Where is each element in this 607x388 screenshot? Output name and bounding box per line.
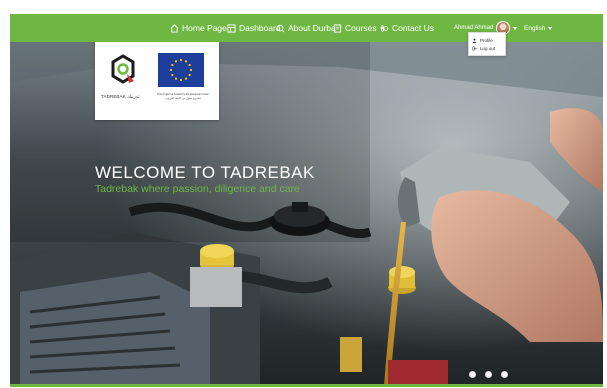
language-selector[interactable]: English bbox=[524, 14, 553, 42]
eu-star bbox=[188, 63, 191, 67]
dashboard-icon bbox=[227, 23, 236, 33]
slider-dot[interactable] bbox=[501, 371, 508, 378]
search-icon bbox=[276, 24, 285, 32]
nav-contact-label: Contact Us bbox=[392, 23, 435, 33]
menu-item-logout[interactable]: Log out bbox=[472, 44, 502, 52]
hero-title: WELCOME TO TADREBAK bbox=[95, 163, 315, 182]
user-dropdown-menu: Profile Log out bbox=[468, 32, 506, 56]
nav-courses-label: Courses bbox=[345, 23, 377, 33]
nav-about-link[interactable]: About Durba bbox=[276, 14, 336, 42]
slider-dots bbox=[469, 371, 508, 378]
eu-star bbox=[169, 68, 173, 72]
slider-dot[interactable] bbox=[469, 371, 476, 378]
eu-star bbox=[184, 60, 188, 63]
eu-star bbox=[174, 60, 178, 63]
user-name: Ahmad Ahmad bbox=[454, 25, 494, 31]
menu-item-logout-label: Log out bbox=[480, 45, 496, 51]
eu-star bbox=[171, 63, 174, 67]
chevron-down-icon bbox=[513, 26, 518, 30]
tadrebak-wordmark: TADREBAK تدريبك bbox=[101, 94, 140, 99]
eu-star bbox=[179, 78, 183, 82]
tadrebak-logo-mark bbox=[111, 54, 135, 84]
top-navbar: Home Page Dashboard About Durba Courses … bbox=[10, 14, 603, 42]
contact-icon bbox=[380, 24, 389, 32]
courses-icon bbox=[333, 23, 342, 33]
partner-logos-card: TADREBAK تدريبك This project is funded b… bbox=[95, 42, 219, 120]
eu-caption-ar: مشروع ممول من الاتحاد الأوروبي bbox=[165, 97, 201, 100]
menu-item-profile-label: Profile bbox=[480, 37, 493, 43]
eu-star bbox=[189, 68, 193, 72]
eu-star bbox=[179, 58, 183, 62]
logout-icon bbox=[472, 46, 477, 50]
nav-home-label: Home Page bbox=[182, 23, 227, 33]
menu-item-profile[interactable]: Profile bbox=[472, 36, 502, 44]
home-icon bbox=[170, 23, 179, 33]
eu-star bbox=[188, 73, 191, 77]
nav-home-link[interactable]: Home Page bbox=[170, 14, 227, 42]
tadrebak-logo: TADREBAK تدريبك bbox=[101, 50, 145, 110]
eu-star bbox=[174, 77, 178, 80]
eu-funding-caption: This project is funded by the European U… bbox=[153, 93, 213, 101]
language-label: English bbox=[524, 24, 546, 32]
nav-about-label: About Durba bbox=[288, 23, 336, 33]
page-frame: Home Page Dashboard About Durba Courses … bbox=[10, 14, 603, 386]
nav-dashboard-label: Dashboard bbox=[239, 23, 281, 33]
nav-courses-link[interactable]: Courses bbox=[333, 14, 384, 42]
eu-star bbox=[184, 77, 188, 80]
nav-contact-link[interactable]: Contact Us bbox=[380, 14, 434, 42]
hero-subtitle: Tadrebak where passion, diligence and ca… bbox=[95, 183, 300, 195]
eu-star bbox=[171, 73, 174, 77]
eu-flag-logo bbox=[158, 53, 204, 87]
footer-accent-bar bbox=[10, 384, 603, 387]
nav-dashboard-link[interactable]: Dashboard bbox=[227, 14, 281, 42]
chevron-down-icon bbox=[548, 26, 553, 30]
user-icon bbox=[472, 38, 477, 43]
slider-dot[interactable] bbox=[485, 371, 492, 378]
hero-banner: TADREBAK تدريبك This project is funded b… bbox=[10, 42, 603, 386]
